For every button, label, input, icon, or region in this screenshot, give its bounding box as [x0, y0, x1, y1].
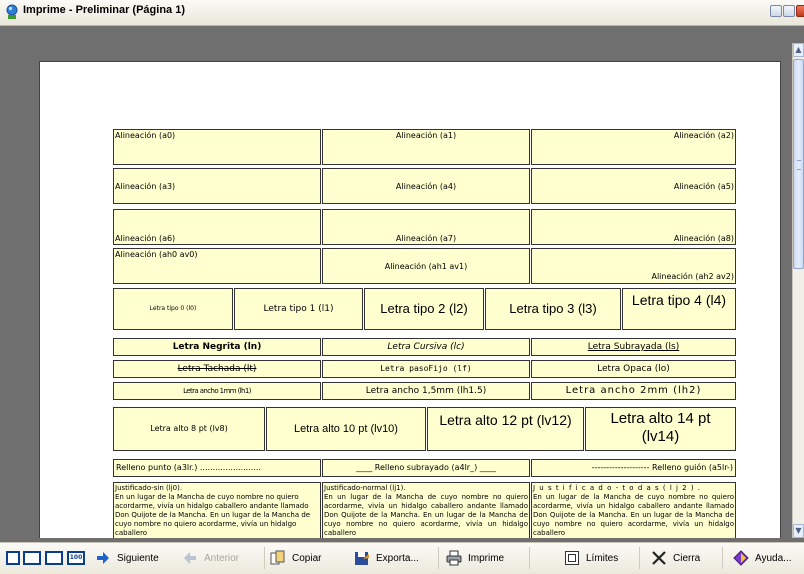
- box-l3: Letra tipo 3 (l3): [485, 288, 621, 330]
- preview-canvas: Alineación (a0) Alineación (a1) Alineaci…: [8, 43, 792, 538]
- next-arrow-icon: [97, 552, 109, 564]
- scroll-down-arrow-icon[interactable]: ▼: [793, 524, 804, 538]
- box-a6: Alineación (a6): [113, 209, 321, 245]
- box-r5: -------------------- Relleno guión (a5lr…: [531, 459, 736, 477]
- box-a2: Alineación (a2): [531, 129, 736, 165]
- box-a4: Alineación (a4): [322, 168, 530, 204]
- app-icon: [6, 4, 18, 19]
- single-page-icon[interactable]: [6, 551, 20, 565]
- window-title: Imprime - Preliminar (Página 1): [23, 4, 185, 16]
- box-l4: Letra tipo 4 (l4): [622, 288, 736, 330]
- title-bar: Imprime - Preliminar (Página 1): [0, 0, 804, 26]
- close-x-icon: [652, 551, 666, 565]
- box-lh1: Letra ancho 1mm (lh1): [113, 382, 321, 400]
- box-ln: Letra Negrita (ln): [113, 338, 321, 356]
- box-a7: Alineación (a7): [322, 209, 530, 245]
- box-lo: Letra Opaca (lo): [531, 360, 736, 378]
- box-l1: Letra tipo 1 (l1): [234, 288, 363, 330]
- paragraph-text: En un lugar de la Mancha de cuyo nombre …: [533, 493, 734, 537]
- box-l0: Letra tipo 0 (l0): [113, 288, 233, 330]
- minimize-button[interactable]: [770, 5, 782, 17]
- two-page-icon[interactable]: [23, 551, 41, 565]
- box-a5: Alineación (a5): [531, 168, 736, 204]
- cierra-button[interactable]: Cierra: [651, 547, 700, 569]
- exporta-button[interactable]: Exporta...: [354, 547, 419, 569]
- maximize-button[interactable]: [783, 5, 795, 17]
- box-lv12: Letra alto 12 pt (lv12): [427, 407, 584, 451]
- copiar-button[interactable]: Copiar: [270, 547, 321, 569]
- box-lh15: Letra ancho 1,5mm (lh1.5): [322, 382, 530, 400]
- limites-button[interactable]: Límites: [564, 547, 618, 569]
- box-lt: Letra Tachada (lt): [113, 360, 321, 378]
- vertical-scrollbar[interactable]: ▲ ▼: [792, 43, 804, 538]
- paragraph-lj0: Justificado-sin (lj0). En un lugar de la…: [113, 482, 321, 538]
- paragraph-lj2: J u s t i f i c a d o - t o d a s ( l j …: [531, 482, 736, 538]
- paragraph-lj1: Justificado-normal (lj1). En un lugar de…: [322, 482, 530, 538]
- box-ah2: Alineación (ah2 av2): [531, 248, 736, 284]
- box-ah1: Alineación (ah1 av1): [322, 248, 530, 284]
- box-a8: Alineación (a8): [531, 209, 736, 245]
- box-lh2: Letra ancho 2mm (lh2): [531, 382, 736, 400]
- export-icon: [355, 552, 369, 565]
- imprime-button[interactable]: Imprime: [446, 547, 504, 569]
- box-a3: Alineación (a3): [113, 168, 321, 204]
- box-a1: Alineación (a1): [322, 129, 530, 165]
- box-ls: Letra Subrayada (ls): [531, 338, 736, 356]
- copy-icon: [270, 550, 285, 565]
- box-r4: ____ Relleno subrayado (a4lr_) ____: [322, 459, 530, 477]
- siguiente-button[interactable]: Siguiente: [95, 547, 159, 569]
- toolbar: 100 Siguiente Anterior Copiar Exporta...…: [0, 542, 804, 574]
- limits-icon: [565, 551, 579, 565]
- paragraph-heading: Justificado-sin (lj0).: [115, 484, 183, 492]
- ayuda-button[interactable]: Ayuda...: [733, 547, 792, 569]
- printer-icon: [446, 550, 462, 566]
- paragraph-text: En un lugar de la Mancha de cuyo nombre …: [324, 493, 528, 537]
- help-book-icon: [733, 550, 749, 566]
- paragraph-heading: Justificado-normal (lj1).: [324, 484, 406, 492]
- scrollbar-thumb[interactable]: [793, 59, 804, 269]
- box-r3: Relleno punto (a3lr.) ..................…: [113, 459, 321, 477]
- scroll-up-arrow-icon[interactable]: ▲: [793, 43, 804, 57]
- box-ah0: Alineación (ah0 av0): [113, 248, 321, 284]
- box-lv8: Letra alto 8 pt (lv8): [113, 407, 265, 451]
- paragraph-text: En un lugar de la Mancha de cuyo nombre …: [115, 493, 311, 537]
- box-lv10: Letra alto 10 pt (lv10): [266, 407, 426, 451]
- box-lf: Letra pasoFijo (lf): [322, 360, 530, 378]
- box-a0: Alineación (a0): [113, 129, 321, 165]
- paragraph-heading: J u s t i f i c a d o - t o d a s ( l j …: [533, 484, 702, 492]
- box-lv14: Letra alto 14 pt (lv14): [585, 407, 736, 451]
- close-button[interactable]: [796, 5, 804, 17]
- box-l2: Letra tipo 2 (l2): [364, 288, 484, 330]
- preview-page: Alineación (a0) Alineación (a1) Alineaci…: [39, 61, 781, 538]
- zoom-100-icon[interactable]: 100: [67, 551, 85, 565]
- anterior-button[interactable]: Anterior: [182, 547, 239, 569]
- box-lc: Letra Cursiva (lc): [322, 338, 530, 356]
- fit-page-icon[interactable]: [45, 551, 63, 565]
- previous-arrow-icon: [184, 552, 196, 564]
